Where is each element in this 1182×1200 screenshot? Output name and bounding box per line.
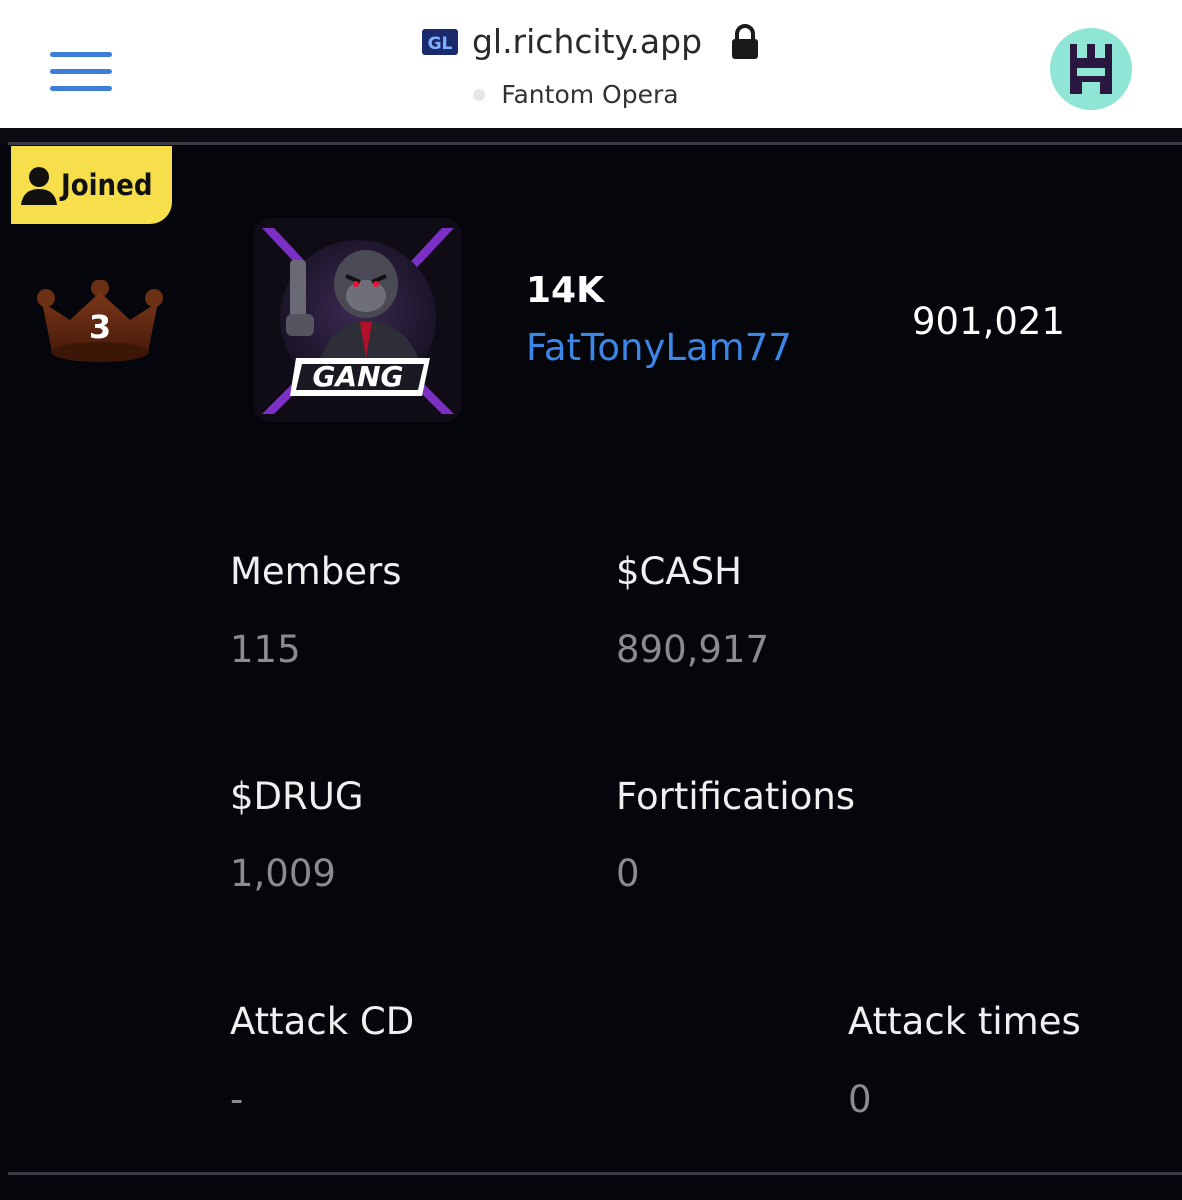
fortifications-value: 0 <box>616 852 640 895</box>
rank-number: 3 <box>88 308 112 346</box>
gang-score: 14K <box>526 270 604 311</box>
members-value: 115 <box>230 628 301 671</box>
members-label: Members <box>230 550 402 593</box>
attack-cd-value: - <box>230 1078 244 1121</box>
divider-bottom <box>8 1172 1182 1175</box>
cash-label: $CASH <box>616 550 742 593</box>
joined-label: Joined <box>61 168 153 202</box>
svg-text:GL: GL <box>428 34 453 54</box>
url-text: gl.richcity.app <box>471 22 703 61</box>
fortifications-label: Fortifications <box>616 775 856 818</box>
divider-top <box>8 142 1182 145</box>
attack-times-value: 0 <box>848 1078 872 1121</box>
network-indicator: Fantom Opera <box>0 80 1182 109</box>
drug-label: $DRUG <box>230 775 364 818</box>
drug-value: 1,009 <box>230 852 336 895</box>
gang-power: 901,021 <box>912 300 1066 343</box>
cash-value: 890,917 <box>616 628 770 671</box>
network-status-dot <box>473 88 486 101</box>
gang-logo: GANG <box>254 218 462 422</box>
user-icon <box>21 167 57 205</box>
attack-cd-label: Attack CD <box>230 1000 415 1043</box>
svg-text:GANG: GANG <box>312 360 403 393</box>
address-bar[interactable]: GL gl.richcity.app <box>0 22 1182 68</box>
browser-top-bar: GL gl.richcity.app Fantom Opera <box>0 0 1182 128</box>
attack-times-label: Attack times <box>848 1000 1081 1043</box>
joined-badge: Joined <box>11 146 172 224</box>
wallet-avatar-icon[interactable] <box>1050 28 1132 110</box>
gang-leader-link[interactable]: FatTonyLam77 <box>526 326 792 369</box>
site-favicon-icon: GL <box>421 28 458 55</box>
lock-icon <box>732 23 759 59</box>
network-name: Fantom Opera <box>501 80 679 109</box>
